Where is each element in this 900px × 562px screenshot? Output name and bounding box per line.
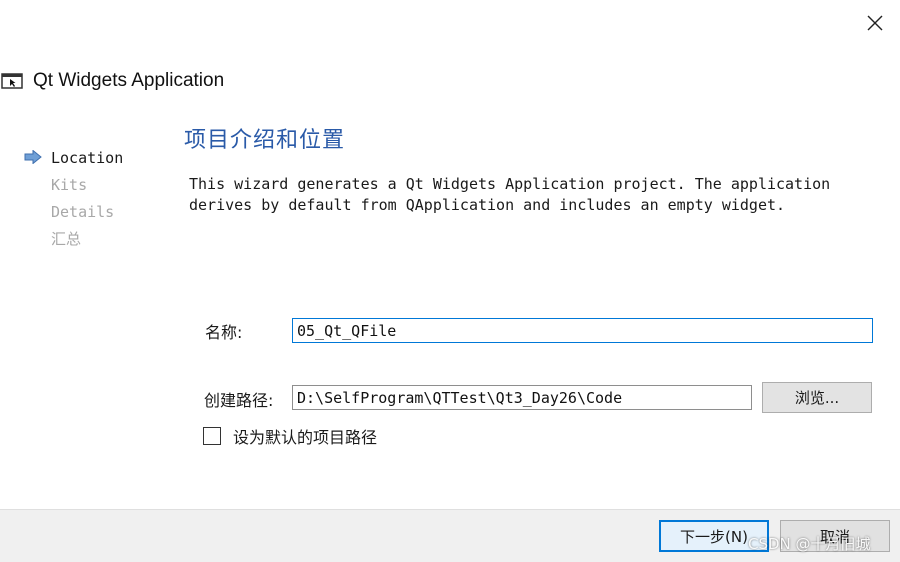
step-kits: Kits <box>24 171 174 198</box>
window-title: Qt Widgets Application <box>33 70 225 91</box>
browse-button[interactable]: 浏览... <box>762 382 872 413</box>
step-location: Location <box>24 144 174 171</box>
cancel-button[interactable]: 取消 <box>780 520 890 552</box>
page-description: This wizard generates a Qt Widgets Appli… <box>189 174 869 216</box>
current-step-arrow-icon <box>24 150 42 164</box>
default-path-checkbox[interactable] <box>203 427 221 445</box>
qt-app-window-icon <box>1 73 23 89</box>
name-label: 名称: <box>205 323 243 342</box>
step-summary: 汇总 <box>24 225 174 252</box>
project-name-input[interactable] <box>292 318 873 343</box>
description-line: derives by default from QApplication and… <box>189 196 786 214</box>
step-label: 汇总 <box>51 230 82 248</box>
wizard-footer: 下一步(N) 取消 <box>0 509 900 562</box>
close-icon <box>867 15 883 31</box>
project-path-input[interactable] <box>292 385 752 410</box>
step-label: Details <box>51 202 115 221</box>
page-title: 项目介绍和位置 <box>184 128 346 153</box>
path-label: 创建路径: <box>204 391 274 410</box>
description-line: This wizard generates a Qt Widgets Appli… <box>189 175 831 193</box>
default-path-checkbox-row[interactable]: 设为默认的项目路径 <box>203 424 377 448</box>
wizard-steps: Location Kits Details 汇总 <box>24 144 174 252</box>
step-details: Details <box>24 198 174 225</box>
next-button[interactable]: 下一步(N) <box>659 520 769 552</box>
default-path-checkbox-label: 设为默认的项目路径 <box>233 428 378 447</box>
step-label: Location <box>51 148 124 167</box>
close-button[interactable] <box>858 8 892 38</box>
step-label: Kits <box>51 175 88 194</box>
window-title-bar: Qt Widgets Application <box>0 66 224 96</box>
